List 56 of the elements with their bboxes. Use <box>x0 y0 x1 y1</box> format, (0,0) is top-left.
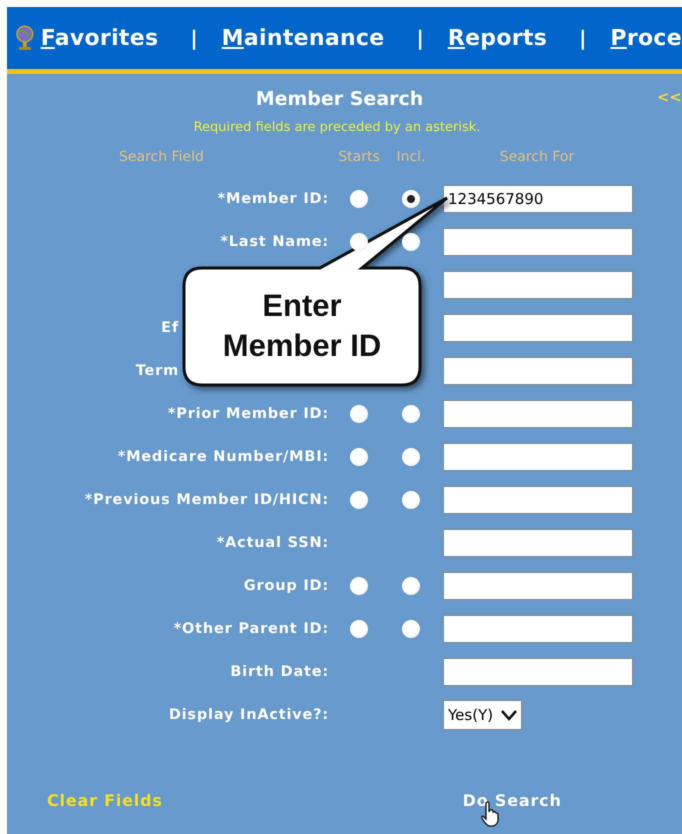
nav-separator: | <box>579 26 586 50</box>
radio-button[interactable] <box>350 490 368 508</box>
radio-button[interactable] <box>350 448 368 466</box>
column-header: Search Field <box>119 149 204 165</box>
nav-separator: | <box>190 26 198 50</box>
column-header: Search For <box>500 149 574 165</box>
globe-icon <box>15 25 35 51</box>
radio-button[interactable] <box>402 232 420 250</box>
input-field[interactable] <box>443 314 633 342</box>
input-field[interactable]: 1234567890 <box>443 184 633 212</box>
input-field[interactable] <box>443 400 633 428</box>
column-header: Incl. <box>396 149 426 165</box>
input-field[interactable] <box>443 356 633 384</box>
radio-button[interactable] <box>402 620 420 638</box>
field-label: *Previous Member ID/HICN: <box>84 492 330 508</box>
radio-button[interactable] <box>402 448 420 466</box>
nav-link[interactable]: Maintenance <box>222 26 384 50</box>
input-field[interactable] <box>443 614 633 642</box>
input-field[interactable] <box>443 228 633 256</box>
field-label: *Actual SSN: <box>216 534 330 550</box>
column-header: Starts <box>338 149 380 165</box>
radio-button[interactable] <box>402 490 420 508</box>
field-label: *Other Parent ID: <box>174 620 330 636</box>
radio-button[interactable] <box>350 404 368 422</box>
radio-button[interactable] <box>350 190 368 208</box>
callout-text: Enter Member ID <box>222 287 382 365</box>
field-label: Group ID: <box>244 578 330 594</box>
field-label: *Last Name: <box>220 234 330 250</box>
nav-link[interactable]: Proce <box>610 26 682 50</box>
field-label: Ef <box>161 320 180 336</box>
input-field[interactable] <box>443 486 633 514</box>
field-label: *Medicare Number/MBI: <box>118 448 330 464</box>
field-label: Term <box>136 362 180 378</box>
radio-button[interactable] <box>402 190 420 208</box>
dropdown[interactable]: Yes(Y) <box>443 700 522 730</box>
nav-link[interactable]: Reports <box>448 26 548 50</box>
input-field[interactable] <box>443 658 633 686</box>
radio-button[interactable] <box>350 576 368 594</box>
radio-button[interactable] <box>402 576 420 594</box>
radio-button[interactable] <box>402 404 420 422</box>
nav-link[interactable]: Favorites <box>40 26 158 50</box>
field-label: *Prior Member ID: <box>168 406 330 422</box>
radio-button[interactable] <box>350 232 368 250</box>
field-label: Display InActive?: <box>168 706 330 722</box>
input-field[interactable] <box>443 270 633 298</box>
caret-icon <box>501 708 518 720</box>
input-field[interactable] <box>443 572 633 600</box>
field-label: Birth Date: <box>230 664 330 680</box>
required-note: Required fields are preceded by an asterisk. <box>192 120 482 135</box>
panel-title: Member Search <box>256 88 424 110</box>
input-field[interactable] <box>443 442 633 470</box>
nav-separator: | <box>416 26 424 50</box>
radio-button[interactable] <box>350 620 368 638</box>
input-field[interactable] <box>443 528 633 556</box>
field-label: *Member ID: <box>218 190 330 206</box>
do-search-link[interactable]: Do Search <box>462 791 562 810</box>
